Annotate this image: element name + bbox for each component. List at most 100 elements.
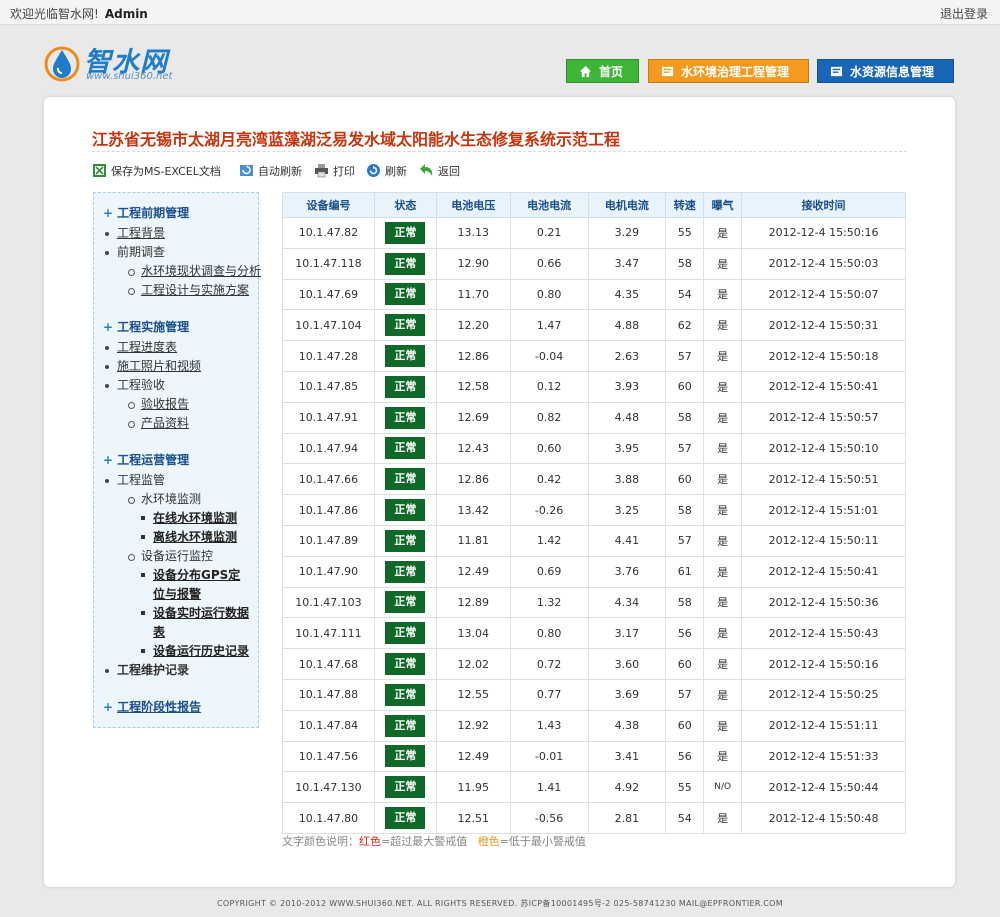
table-row[interactable]: 10.1.47.80 正常 12.51 -0.56 2.81 54 是 2012-12-4 1…	[282, 802, 906, 834]
table-row[interactable]: 10.1.47.89 正常 11.81 1.42 4.41 57 是 2012-12-4 15…	[282, 524, 906, 557]
table-row[interactable]: 10.1.47.82 正常 13.13 0.21 3.29 55 是 2012-12-4 15…	[282, 217, 906, 249]
table-cell: 2012-12-4 15:50:16	[741, 648, 906, 680]
table-row[interactable]: 10.1.47.84 正常 12.92 1.43 4.38 60 是 2012-12-4 15…	[282, 709, 906, 742]
table-cell: 正常	[373, 463, 437, 496]
sidebar-item-realtime-data[interactable]: 设备实时运行数据表	[103, 604, 250, 642]
column-header[interactable]: 状态	[373, 192, 437, 218]
table-row[interactable]: 10.1.47.86 正常 13.42 -0.26 3.25 58 是 2012-12-4 1…	[282, 494, 906, 526]
sidebar-item-survey-analysis[interactable]: 水环境现状调查与分析	[103, 262, 261, 281]
table-cell: 12.69	[435, 401, 511, 434]
table-cell: 13.13	[435, 217, 511, 249]
sidebar-item-water-monitoring[interactable]: 水环境监测	[103, 490, 250, 509]
table-row[interactable]: 10.1.47.56 正常 12.49 -0.01 3.41 56 是 2012-12-4 1…	[282, 740, 906, 773]
plus-icon: +	[103, 453, 114, 467]
table-row[interactable]: 10.1.47.94 正常 12.43 0.60 3.95 57 是 2012-12-4 15…	[282, 432, 906, 465]
sidebar-item-photos[interactable]: 施工照片和视频	[103, 357, 250, 376]
nav-water-info-button[interactable]: 水资源信息管理	[817, 59, 954, 83]
status-badge: 正常	[385, 499, 426, 522]
table-cell: 58	[665, 401, 705, 434]
table-cell: -0.26	[509, 494, 589, 526]
table-cell: 2012-12-4 15:51:01	[741, 494, 906, 526]
table-row[interactable]: 10.1.47.88 正常 12.55 0.77 3.69 57 是 2012-12-4 15…	[282, 678, 906, 711]
table-cell: 11.81	[435, 524, 511, 557]
table-cell: 10.1.47.28	[282, 340, 375, 372]
table-cell: 0.21	[509, 217, 589, 249]
table-cell: 是	[703, 247, 743, 280]
table-cell: 是	[703, 309, 743, 342]
legend-prefix: 文字颜色说明：	[282, 835, 359, 848]
table-cell: 正常	[373, 247, 437, 280]
plus-icon: +	[103, 700, 114, 714]
sidebar-item-device-monitoring[interactable]: 设备运行监控	[103, 547, 250, 566]
sidebar-item-product-docs[interactable]: 产品资料	[103, 414, 250, 433]
back-button[interactable]: 返回	[419, 163, 460, 179]
table-cell: 54	[665, 278, 705, 311]
status-badge: 正常	[385, 221, 426, 244]
sidebar-item-online-monitoring[interactable]: 在线水环境监测	[103, 509, 250, 528]
auto-refresh-icon	[240, 165, 253, 176]
sidebar-head-preliminary[interactable]: + 工程前期管理	[103, 202, 250, 224]
column-header[interactable]: 接收时间	[741, 192, 906, 218]
table-cell: 57	[665, 432, 705, 465]
column-header[interactable]: 转速	[665, 192, 705, 218]
sidebar-item-run-history[interactable]: 设备运行历史记录	[103, 642, 250, 661]
column-header[interactable]: 曝气	[703, 192, 743, 218]
table-cell: 0.69	[509, 555, 589, 588]
table-row[interactable]: 10.1.47.91 正常 12.69 0.82 4.48 58 是 2012-12-4 15…	[282, 401, 906, 434]
table-cell: 3.60	[587, 648, 667, 680]
table-row[interactable]: 10.1.47.66 正常 12.86 0.42 3.88 60 是 2012-12-4 15…	[282, 463, 906, 496]
table-row[interactable]: 10.1.47.28 正常 12.86 -0.04 2.63 57 是 2012-12-4 1…	[282, 340, 906, 372]
table-cell: 0.77	[509, 678, 589, 711]
table-row[interactable]: 10.1.47.69 正常 11.70 0.80 4.35 54 是 2012-12-4 15…	[282, 278, 906, 311]
auto-refresh-button[interactable]: 自动刷新	[239, 163, 302, 179]
table-cell: 正常	[373, 617, 437, 650]
site-logo[interactable]: 智水网 www.shui360.net	[42, 42, 202, 86]
table-cell: 13.42	[435, 494, 511, 526]
table-cell: 10.1.47.88	[282, 678, 375, 711]
table-cell: 3.25	[587, 494, 667, 526]
sidebar-item-acceptance[interactable]: 工程验收	[103, 376, 250, 395]
table-cell: 2012-12-4 15:50:11	[741, 524, 906, 557]
sidebar-item-supervision[interactable]: 工程监管	[103, 471, 250, 490]
table-row[interactable]: 10.1.47.90 正常 12.49 0.69 3.76 61 是 2012-12-4 15…	[282, 555, 906, 588]
table-cell: 12.55	[435, 678, 511, 711]
table-row[interactable]: 10.1.47.118 正常 12.90 0.66 3.47 58 是 2012-12-4 1…	[282, 247, 906, 280]
table-cell: 12.86	[435, 463, 511, 496]
nav-project-button[interactable]: 水环境治理工程管理	[648, 59, 809, 83]
table-row[interactable]: 10.1.47.130 正常 11.95 1.41 4.92 55 N/O 2012-12-4…	[282, 771, 906, 804]
sidebar-group-preliminary: + 工程前期管理 工程背景 前期调查 水环境现状调查与分析 工程设计与实施方案	[103, 202, 261, 300]
sidebar-head-operation[interactable]: + 工程运营管理	[103, 449, 250, 471]
sidebar-item-acceptance-report[interactable]: 验收报告	[103, 395, 250, 414]
save-excel-button[interactable]: 保存为MS-EXCEL文档	[92, 163, 221, 179]
table-cell: 2012-12-4 15:50:51	[741, 463, 906, 496]
logout-link[interactable]: 退出登录	[940, 5, 988, 22]
refresh-button[interactable]: 刷新	[366, 163, 407, 179]
table-cell: 正常	[373, 278, 437, 311]
print-button[interactable]: 打印	[314, 163, 355, 179]
nav-home-button[interactable]: 首页	[566, 59, 639, 83]
plus-icon: +	[103, 206, 114, 220]
table-row[interactable]: 10.1.47.103 正常 12.89 1.32 4.34 58 是 2012-12-4 1…	[282, 586, 906, 619]
sidebar-head-reports[interactable]: + 工程阶段性报告	[103, 696, 250, 718]
sidebar-item-design-plan[interactable]: 工程设计与实施方案	[103, 281, 250, 300]
column-header[interactable]: 电机电流	[587, 192, 667, 218]
table-cell: 3.69	[587, 678, 667, 711]
table-cell: 4.41	[587, 524, 667, 557]
table-row[interactable]: 10.1.47.85 正常 12.58 0.12 3.93 60 是 2012-12-4 15…	[282, 370, 906, 403]
table-row[interactable]: 10.1.47.68 正常 12.02 0.72 3.60 60 是 2012-12-4 15…	[282, 648, 906, 680]
title-divider	[92, 151, 907, 152]
sidebar-item-offline-monitoring[interactable]: 离线水环境监测	[103, 528, 250, 547]
table-row[interactable]: 10.1.47.104 正常 12.20 1.47 4.88 62 是 2012-12-4 1…	[282, 309, 906, 342]
table-cell: 1.42	[509, 524, 589, 557]
column-header[interactable]: 电池电压	[435, 192, 511, 218]
column-header[interactable]: 电池电流	[509, 192, 589, 218]
sidebar-item-background[interactable]: 工程背景	[103, 224, 250, 243]
sidebar-head-implementation[interactable]: + 工程实施管理	[103, 316, 250, 338]
status-badge: 正常	[385, 468, 426, 491]
table-row[interactable]: 10.1.47.111 正常 13.04 0.80 3.17 56 是 2012-12-4 1…	[282, 617, 906, 650]
column-header[interactable]: 设备编号	[282, 192, 375, 218]
sidebar-item-progress[interactable]: 工程进度表	[103, 338, 250, 357]
sidebar-item-survey[interactable]: 前期调查	[103, 243, 250, 262]
sidebar-item-gps-alarm[interactable]: 设备分布GPS定位与报警	[103, 566, 250, 604]
sidebar-item-maintenance[interactable]: 工程维护记录	[103, 661, 250, 680]
